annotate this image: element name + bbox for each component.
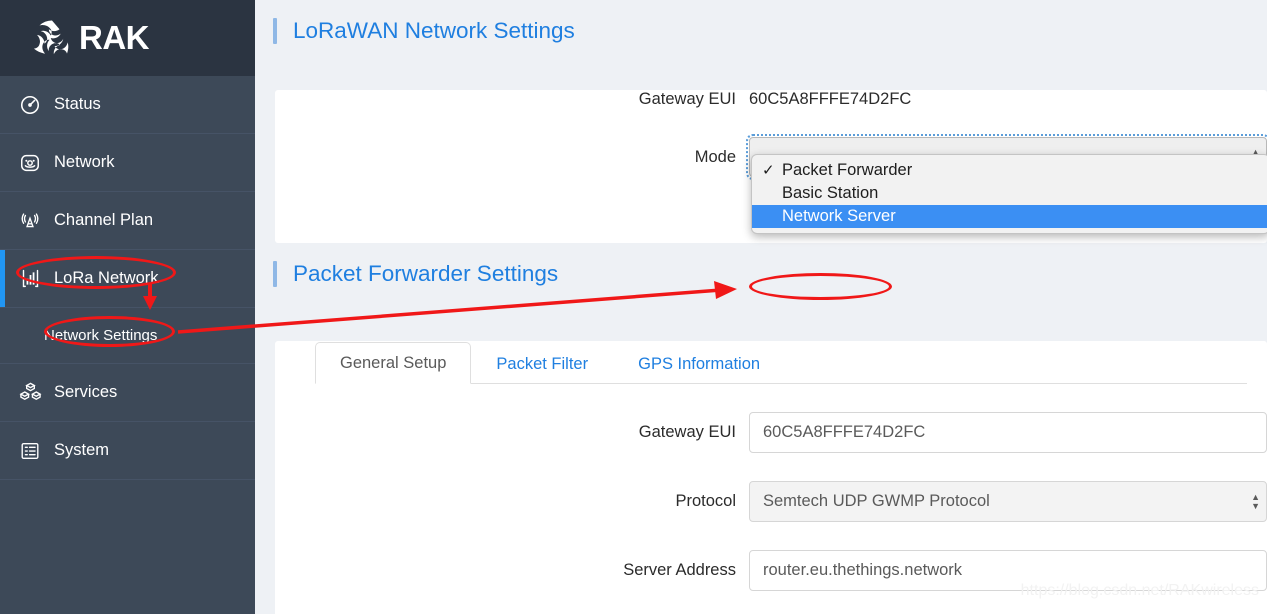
pf-gateway-eui-input[interactable]: 60C5A8FFFE74D2FC xyxy=(749,412,1267,453)
gateway-eui-value: 60C5A8FFFE74D2FC xyxy=(749,90,912,108)
dropdown-option-label: Network Server xyxy=(782,207,896,225)
mode-label: Mode xyxy=(694,147,736,166)
pf-gateway-eui-value: 60C5A8FFFE74D2FC xyxy=(763,423,926,441)
app-window: RAK Status Network Channel Plan LoRa Net… xyxy=(0,0,1267,614)
sidebar-item-label: Services xyxy=(54,383,118,401)
antenna-icon xyxy=(17,208,43,234)
sidebar-item-label: Status xyxy=(54,95,101,113)
section-title: Packet Forwarder Settings xyxy=(293,261,559,286)
packet-forwarder-card: General Setup Packet Filter GPS Informat… xyxy=(275,341,1267,614)
network-icon xyxy=(17,150,43,176)
packet-forwarder-section-title: Packet Forwarder Settings xyxy=(255,243,1267,305)
tab-label: GPS Information xyxy=(638,355,761,373)
tab-bar: General Setup Packet Filter GPS Informat… xyxy=(315,341,1247,384)
brand-header: RAK xyxy=(0,0,255,76)
main-content: LoRaWAN Network Settings Gateway EUI 60C… xyxy=(255,0,1267,614)
lorawan-section-title: LoRaWAN Network Settings xyxy=(255,0,1267,62)
checkmark-icon: ✓ xyxy=(762,162,775,179)
sidebar-item-label: Network xyxy=(54,153,115,171)
gateway-eui-row: Gateway EUI 60C5A8FFFE74D2FC xyxy=(275,90,1267,109)
boxes-icon xyxy=(17,380,43,406)
dropdown-option-packet-forwarder[interactable]: ✓ Packet Forwarder xyxy=(752,159,1267,182)
tab-general-setup[interactable]: General Setup xyxy=(315,342,472,384)
tab-packet-filter[interactable]: Packet Filter xyxy=(471,343,613,384)
sidebar-item-status[interactable]: Status xyxy=(0,76,255,134)
brand-name: RAK xyxy=(79,19,150,56)
sidebar-item-channel-plan[interactable]: Channel Plan xyxy=(0,192,255,250)
pf-protocol-label: Protocol xyxy=(675,492,736,510)
pf-server-address-value: router.eu.thethings.network xyxy=(763,561,963,579)
pf-protocol-row: Protocol Semtech UDP GWMP Protocol ▲ ▼ xyxy=(275,481,1267,522)
tab-label: Packet Filter xyxy=(496,355,589,373)
pf-protocol-value: Semtech UDP GWMP Protocol xyxy=(763,492,990,510)
pf-gateway-eui-label: Gateway EUI xyxy=(638,423,736,441)
pf-gateway-eui-row: Gateway EUI 60C5A8FFFE74D2FC xyxy=(275,412,1267,453)
sidebar-item-network[interactable]: Network xyxy=(0,134,255,192)
tab-label: General Setup xyxy=(340,354,447,372)
dashboard-icon xyxy=(17,92,43,118)
title-accent-bar xyxy=(273,18,277,44)
mode-dropdown-menu[interactable]: ✓ Packet Forwarder Basic Station Network… xyxy=(751,154,1267,234)
sidebar-item-label: System xyxy=(54,441,110,459)
annotation-ellipse-lora-network xyxy=(16,256,176,289)
dropdown-option-label: Basic Station xyxy=(782,184,879,202)
rak-spiral-logo-icon xyxy=(32,18,72,58)
stepper-arrows-icon: ▲▼ xyxy=(1251,491,1260,511)
sidebar-item-system[interactable]: System xyxy=(0,422,255,480)
pf-server-address-label: Server Address xyxy=(623,561,736,579)
lorawan-settings-card: Gateway EUI 60C5A8FFFE74D2FC Mode ▲▼ ✓ P… xyxy=(275,90,1267,243)
page-title: LoRaWAN Network Settings xyxy=(293,18,575,43)
dropdown-option-basic-station[interactable]: Basic Station xyxy=(752,182,1267,205)
gateway-eui-label: Gateway EUI xyxy=(638,90,736,108)
sidebar-item-services[interactable]: Services xyxy=(0,364,255,422)
annotation-ellipse-network-server xyxy=(749,273,892,300)
sidebar-item-label: Channel Plan xyxy=(54,211,154,229)
server-list-icon xyxy=(17,438,43,464)
sidebar: RAK Status Network Channel Plan LoRa Net… xyxy=(0,0,272,614)
dropdown-option-label: Packet Forwarder xyxy=(782,161,913,179)
watermark-text: https://blog.csdn.net/RAKwireless xyxy=(1020,582,1259,599)
annotation-ellipse-network-settings xyxy=(44,316,175,347)
tab-gps-information[interactable]: GPS Information xyxy=(613,343,785,384)
title-accent-bar xyxy=(273,261,277,287)
dropdown-option-network-server[interactable]: Network Server xyxy=(752,205,1267,228)
pf-protocol-select[interactable]: Semtech UDP GWMP Protocol ▲ ▼ xyxy=(749,481,1267,522)
